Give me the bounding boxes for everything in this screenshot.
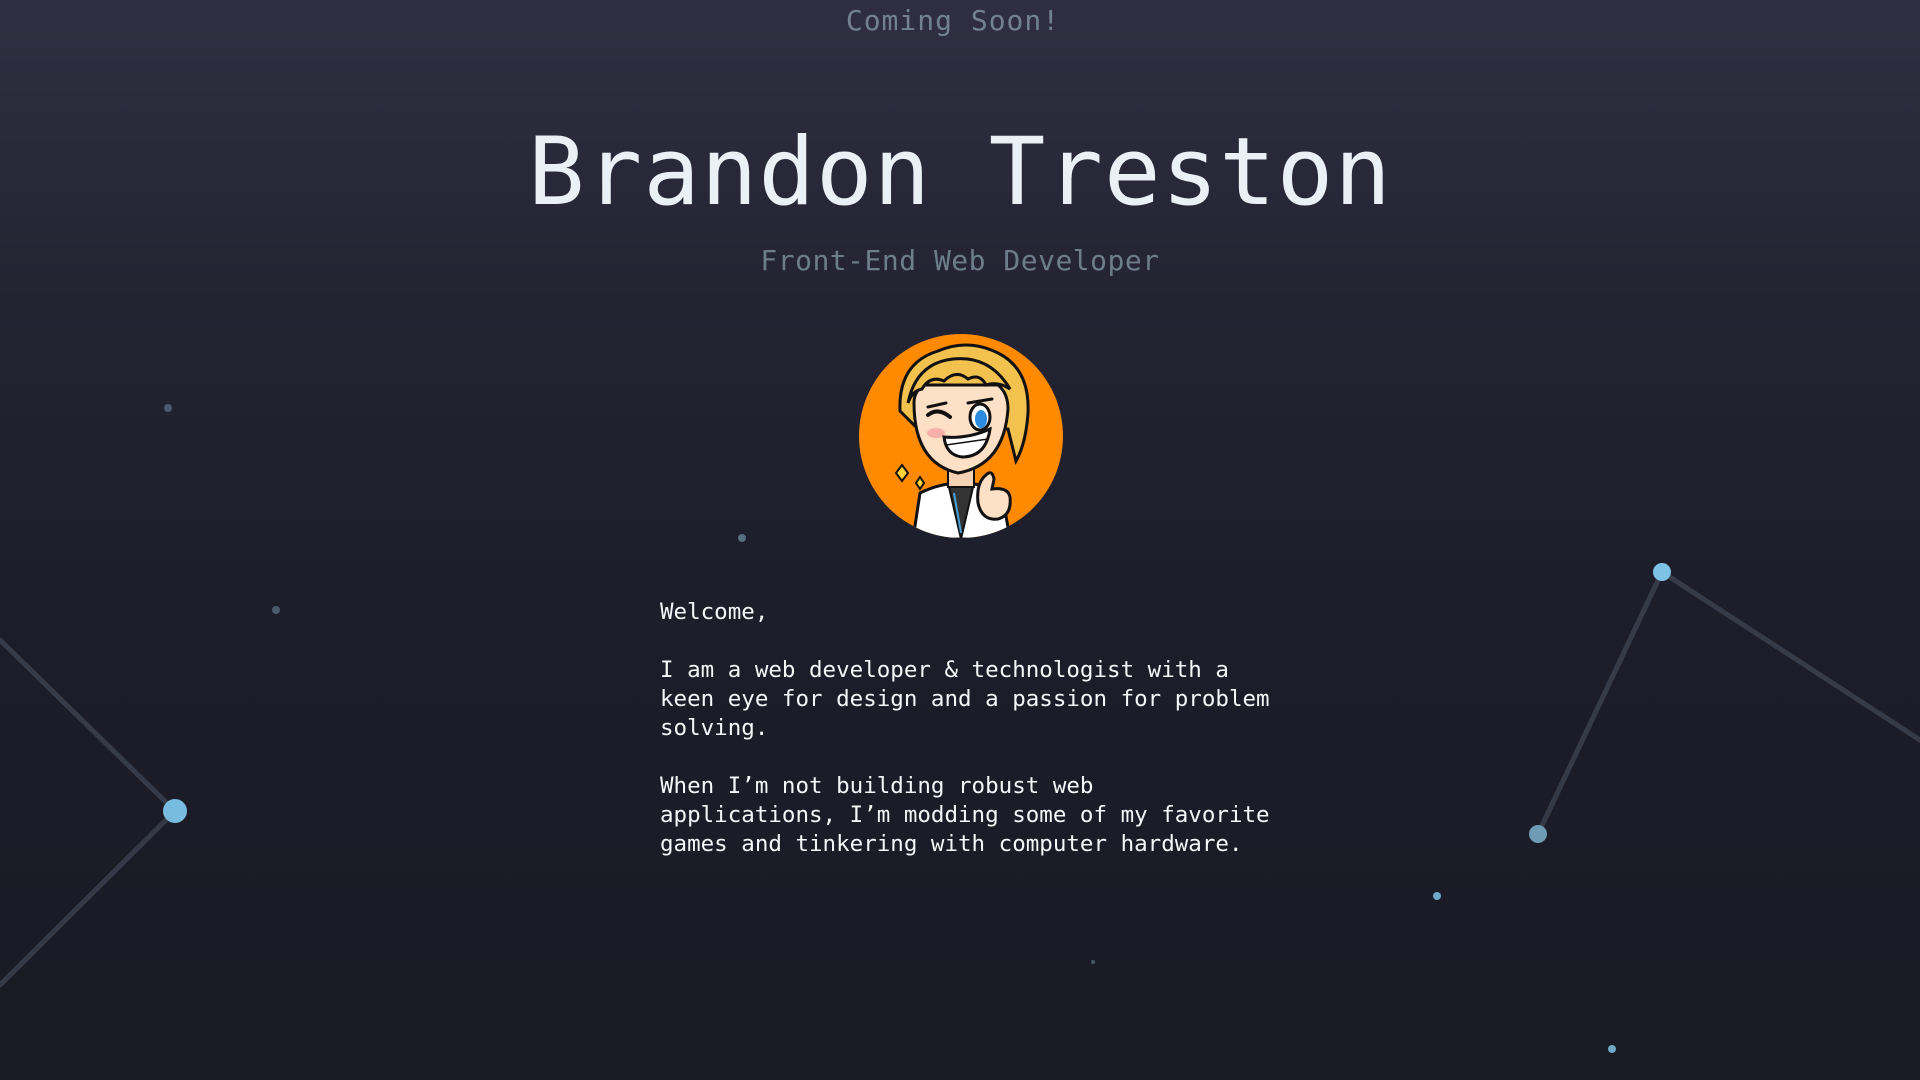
intro-greeting: Welcome,	[660, 599, 769, 625]
cartoon-developer-avatar-icon	[859, 334, 1063, 538]
landing-page: Coming Soon! Brandon Treston Front-End W…	[0, 0, 1920, 1080]
intro-paragraph-2: When I’m not building robust web applica…	[660, 773, 1270, 857]
intro-paragraph-1: I am a web developer & technologist with…	[660, 657, 1270, 741]
page-subtitle: Front-End Web Developer	[760, 244, 1160, 277]
page-title: Brandon Treston	[528, 118, 1392, 227]
avatar	[858, 333, 1064, 539]
coming-soon-banner: Coming Soon!	[845, 4, 1061, 37]
intro-text: Welcome, I am a web developer & technolo…	[660, 598, 1280, 888]
